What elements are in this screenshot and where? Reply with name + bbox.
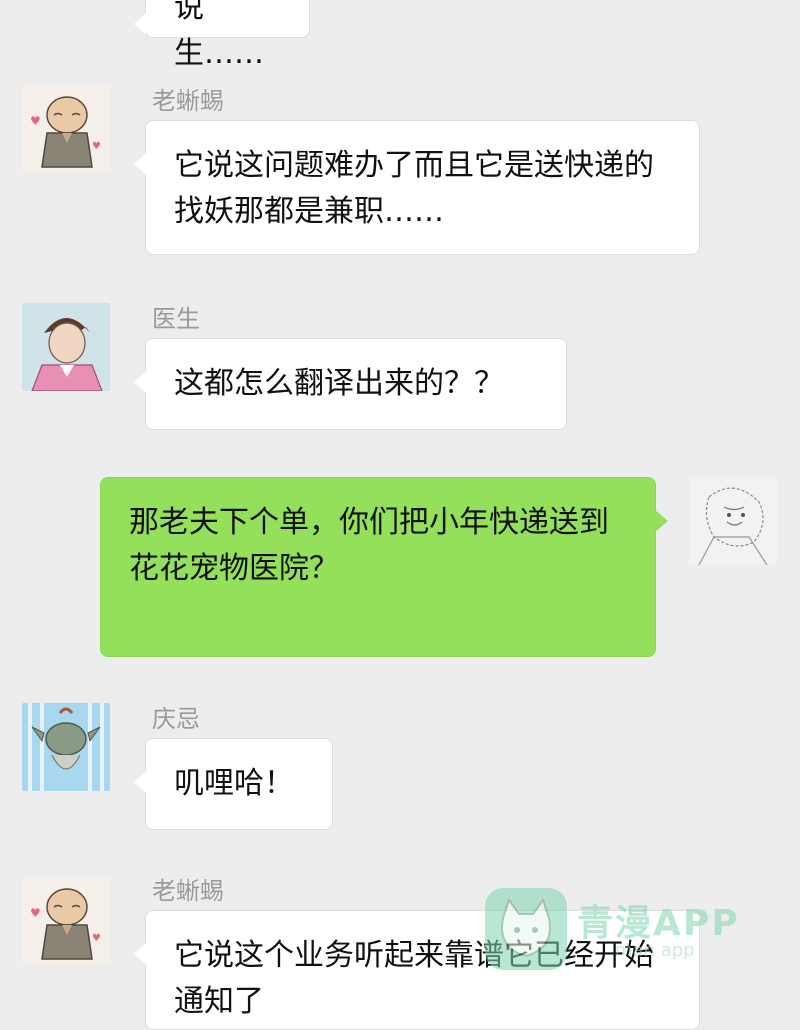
sender-name: 老蜥蜴 [152,87,224,115]
message-bubble: 它说这问题难办了而且它是送快递的找妖那都是兼职…… [134,120,700,255]
sender-name: 庆忌 [152,705,200,733]
message-text: 叽哩哈！ [174,766,294,801]
cat-logo-icon [485,888,567,970]
message-text: 它说这问题难办了而且它是送快递的找妖那都是兼职…… [174,148,654,229]
qingji-avatar-icon[interactable] [22,703,110,791]
doctor-avatar-icon[interactable] [22,303,110,391]
message-bubble-outgoing: 那老夫下个单，你们把小年快递送到花花宠物医院？ [100,477,668,657]
sender-name: 医生 [152,305,200,333]
message-bubble: 说生…… [134,0,310,71]
svg-text:♥: ♥ [30,906,41,920]
svg-text:♥: ♥ [92,141,101,152]
message-bubble: 这都怎么翻译出来的？？ [134,338,567,430]
svg-text:♥: ♥ [92,933,101,944]
sender-name: 老蜥蜴 [152,877,224,905]
message-text: 那老夫下个单，你们把小年快递送到花花宠物医院？ [129,505,609,586]
message-text: 说生…… [174,0,264,71]
message-bubble: 叽哩哈！ [134,738,333,830]
watermark-title: 青漫APP [577,903,740,944]
old-lizard-avatar-icon[interactable]: ♥ ♥ [22,877,110,965]
watermark-subtitle: man app [615,940,695,961]
self-avatar-icon[interactable] [689,477,777,565]
watermark: 青漫APP man app [485,888,775,983]
old-lizard-avatar-icon[interactable]: ♥ ♥ [22,85,110,173]
message-text: 这都怎么翻译出来的？？ [174,366,504,401]
svg-text:♥: ♥ [30,114,41,128]
